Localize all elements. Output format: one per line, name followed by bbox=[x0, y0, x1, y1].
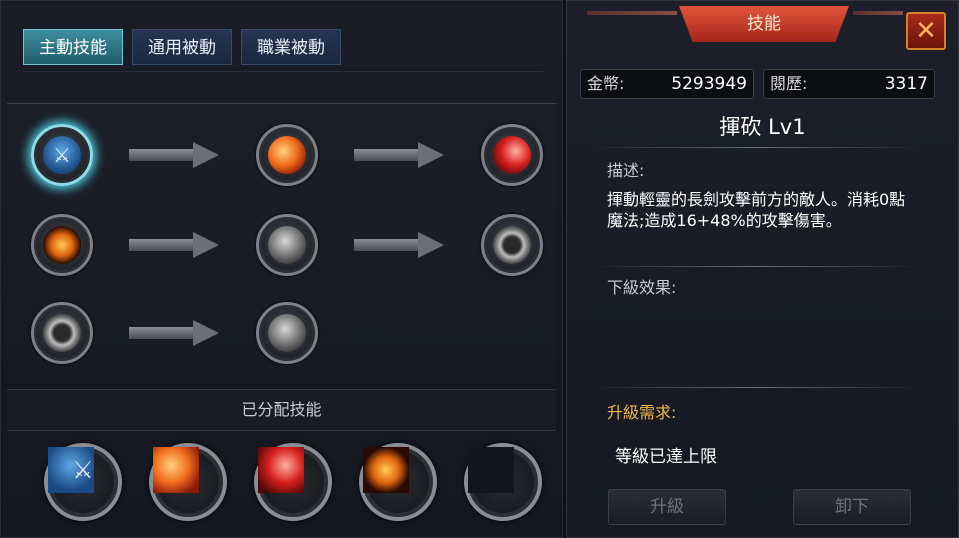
experience-label: 閱歷: bbox=[770, 74, 808, 93]
next-level-label: 下級效果: bbox=[607, 278, 677, 297]
gold-display: 金幣: 5293949 bbox=[580, 69, 754, 99]
experience-display: 閱歷: 3317 bbox=[763, 69, 935, 99]
assigned-slot-5-empty[interactable] bbox=[464, 443, 542, 521]
assigned-skills-bar: ⚔ bbox=[7, 431, 556, 537]
skill-node-locked-3[interactable] bbox=[481, 214, 543, 276]
arrow-right-icon bbox=[129, 142, 219, 168]
empty-slot-icon bbox=[468, 447, 514, 493]
close-button[interactable]: ✕ bbox=[906, 12, 946, 50]
arrow-right-icon bbox=[129, 232, 219, 258]
sword-icon: ⚔ bbox=[48, 447, 94, 493]
skill-tabs: 主動技能 通用被動 職業被動 bbox=[23, 29, 341, 65]
gold-value: 5293949 bbox=[671, 74, 747, 94]
panel-title: 技能 bbox=[747, 14, 781, 34]
locked-skill-icon bbox=[268, 226, 306, 264]
assigned-slot-3[interactable] bbox=[254, 443, 332, 521]
assigned-slot-1[interactable]: ⚔ bbox=[44, 443, 122, 521]
skill-node-slash-sword[interactable]: ⚔ bbox=[31, 124, 93, 186]
description-label: 描述: bbox=[607, 161, 645, 180]
crimson-slash-icon bbox=[493, 136, 531, 174]
skill-detail-panel: 技能 ✕ 金幣: 5293949 閱歷: 3317 揮砍 Lv1 描述: 揮動輕… bbox=[566, 0, 959, 538]
crimson-slash-icon bbox=[258, 447, 304, 493]
locked-skill-icon bbox=[268, 314, 306, 352]
tab-class-passive[interactable]: 職業被動 bbox=[241, 29, 341, 65]
skill-node-locked-4[interactable] bbox=[31, 302, 93, 364]
close-icon: ✕ bbox=[915, 16, 937, 46]
experience-value: 3317 bbox=[884, 74, 928, 94]
description-text: 揮動輕靈的長劍攻擊前方的敵人。消耗0點魔法;造成16+48%的攻擊傷害。 bbox=[607, 190, 906, 230]
unequip-button[interactable]: 卸下 bbox=[793, 489, 911, 525]
divider bbox=[591, 387, 921, 388]
skill-node-fire-strike[interactable] bbox=[256, 124, 318, 186]
flame-blade-icon bbox=[43, 226, 81, 264]
upgrade-button[interactable]: 升級 bbox=[608, 489, 726, 525]
sword-icon: ⚔ bbox=[43, 136, 81, 174]
tab-common-passive[interactable]: 通用被動 bbox=[132, 29, 232, 65]
skill-node-flame-blade[interactable] bbox=[31, 214, 93, 276]
skill-name: 揮砍 Lv1 bbox=[719, 115, 806, 139]
skill-node-locked-2[interactable] bbox=[256, 214, 318, 276]
assigned-slot-2[interactable] bbox=[149, 443, 227, 521]
tab-divider bbox=[23, 71, 543, 72]
assigned-skills-header: 已分配技能 bbox=[7, 389, 556, 431]
tab-active-skills[interactable]: 主動技能 bbox=[23, 29, 123, 65]
fire-strike-icon bbox=[268, 136, 306, 174]
header-ornament-left bbox=[587, 11, 677, 15]
skill-panel: 主動技能 通用被動 職業被動 ⚔ 已分配技能 ⚔ bbox=[0, 0, 563, 538]
skill-node-locked-5[interactable] bbox=[256, 302, 318, 364]
fire-strike-icon bbox=[153, 447, 199, 493]
upgrade-requirement-value: 等級已達上限 bbox=[615, 447, 717, 467]
arrow-right-icon bbox=[354, 232, 444, 258]
locked-skill-icon bbox=[43, 314, 81, 352]
divider bbox=[591, 266, 921, 267]
skill-tree: ⚔ bbox=[7, 103, 556, 384]
assigned-slot-4[interactable] bbox=[359, 443, 437, 521]
flame-blade-icon bbox=[363, 447, 409, 493]
upgrade-requirement-label: 升級需求: bbox=[607, 403, 677, 422]
locked-skill-icon bbox=[493, 226, 531, 264]
assigned-skills-title: 已分配技能 bbox=[241, 400, 322, 419]
arrow-right-icon bbox=[354, 142, 444, 168]
header-ornament-right bbox=[853, 11, 903, 15]
gold-label: 金幣: bbox=[587, 74, 625, 93]
arrow-right-icon bbox=[129, 320, 219, 346]
skill-node-crimson-slash[interactable] bbox=[481, 124, 543, 186]
panel-header: 技能 bbox=[679, 6, 849, 42]
divider bbox=[591, 147, 921, 148]
